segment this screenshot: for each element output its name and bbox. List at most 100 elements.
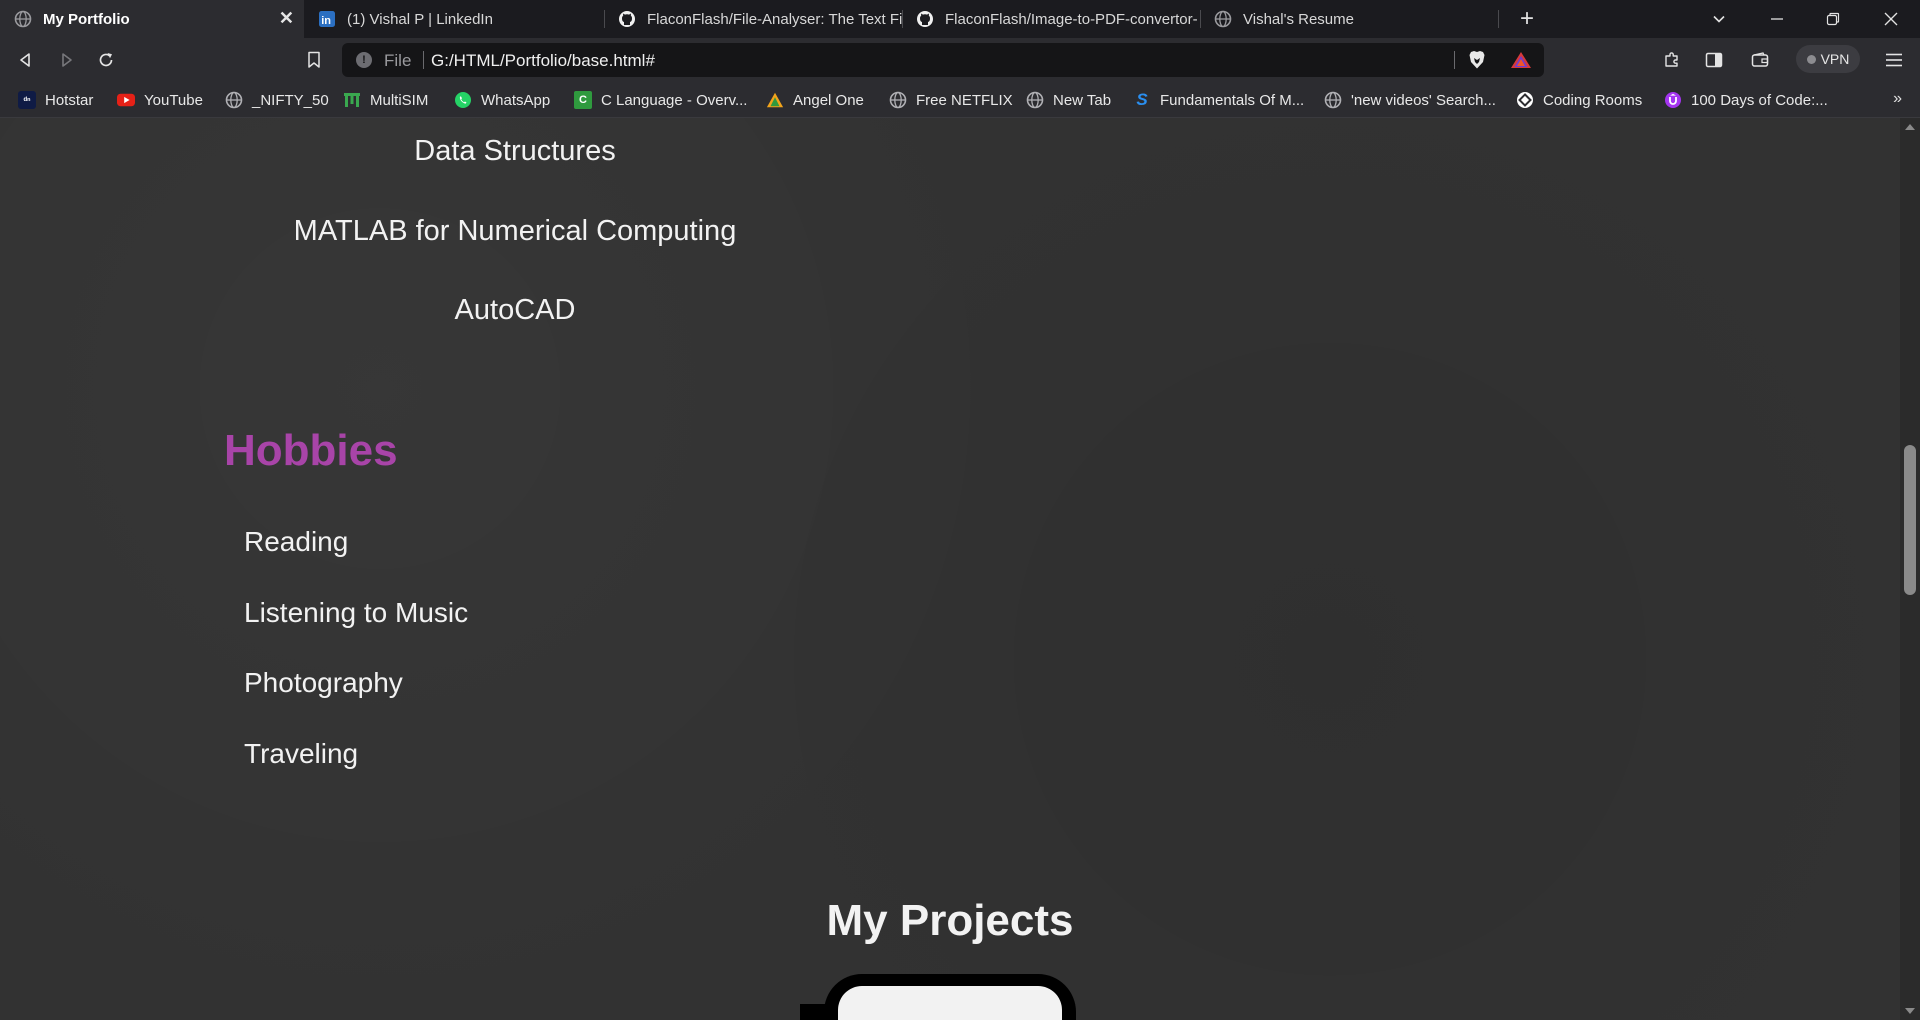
bookmark-coding-rooms[interactable]: Coding Rooms xyxy=(1516,90,1642,110)
url-divider xyxy=(1454,51,1455,69)
bookmark-free-netflix[interactable]: Free NETFLIX xyxy=(889,90,1013,110)
minimize-button[interactable] xyxy=(1766,8,1788,30)
wallet-icon xyxy=(1751,52,1769,67)
bookmark-angel-one[interactable]: Angel One xyxy=(766,90,864,110)
brave-rewards-icon[interactable] xyxy=(1510,51,1532,74)
tab-title: FlaconFlash/Image-to-PDF-convertor- xyxy=(945,10,1198,28)
bookmark-hotstar[interactable]: ᵈⁿ Hotstar xyxy=(18,90,93,110)
globe-icon xyxy=(1026,91,1044,109)
info-icon[interactable]: ! xyxy=(356,52,372,68)
scroll-up-arrow-icon[interactable] xyxy=(1905,124,1915,130)
tab-title: Vishal's Resume xyxy=(1243,10,1354,28)
tab-resume[interactable]: Vishal's Resume xyxy=(1200,0,1498,38)
tab-strip: My Portfolio ✕ in (1) Vishal P | LinkedI… xyxy=(0,0,1920,38)
bookmarks-overflow-button[interactable]: » xyxy=(1893,90,1902,108)
forward-button[interactable] xyxy=(54,48,78,72)
back-arrow-icon xyxy=(20,53,30,67)
bookmark-label: C Language - Overv... xyxy=(601,91,748,109)
reload-icon xyxy=(99,53,113,67)
sidebar-icon xyxy=(1705,52,1723,68)
globe-icon xyxy=(14,10,32,28)
scrollbar-thumb[interactable] xyxy=(1904,445,1916,595)
close-tab-icon[interactable]: ✕ xyxy=(279,9,294,27)
portfolio-page: Data Structures MATLAB for Numerical Com… xyxy=(0,118,1900,1020)
bookmark-page-button[interactable] xyxy=(302,48,326,72)
github-icon xyxy=(916,10,934,28)
scroll-down-arrow-icon[interactable] xyxy=(1905,1008,1915,1014)
multisim-icon xyxy=(343,91,361,109)
hobby-item: Photography xyxy=(244,667,403,698)
browser-toolbar: ! File G:/HTML/Portfolio/base.html# VPN xyxy=(0,38,1920,82)
globe-icon xyxy=(1214,10,1232,28)
bookmark-100-days-of-code[interactable]: 100 Days of Code:... xyxy=(1664,90,1828,110)
url-divider xyxy=(423,51,424,69)
vpn-button[interactable]: VPN xyxy=(1796,45,1860,73)
close-icon xyxy=(1884,12,1898,26)
whatsapp-icon xyxy=(454,91,472,109)
new-tab-button[interactable]: + xyxy=(1516,5,1538,32)
tab-my-portfolio[interactable]: My Portfolio ✕ xyxy=(0,0,304,38)
skill-item: Data Structures xyxy=(414,135,616,167)
page-scrollbar[interactable] xyxy=(1900,118,1920,1020)
restore-icon xyxy=(1826,12,1840,26)
bookmark-fundamentals[interactable]: S Fundamentals Of M... xyxy=(1133,90,1304,110)
bookmark-label: 'new videos' Search... xyxy=(1351,91,1496,109)
tab-linkedin[interactable]: in (1) Vishal P | LinkedIn xyxy=(304,0,604,38)
skill-item: AutoCAD xyxy=(454,294,576,326)
main-menu-button[interactable] xyxy=(1882,48,1906,72)
s-logo-icon: S xyxy=(1136,90,1148,109)
bookmark-nifty50[interactable]: _NIFTY_50 xyxy=(225,90,329,110)
bookmark-label: Coding Rooms xyxy=(1543,91,1643,109)
bookmark-whatsapp[interactable]: WhatsApp xyxy=(454,90,550,110)
hobby-item: Traveling xyxy=(244,738,359,769)
extensions-button[interactable] xyxy=(1660,48,1684,72)
vpn-status-dot xyxy=(1806,54,1816,64)
tab-search-button[interactable] xyxy=(1708,8,1730,30)
youtube-icon xyxy=(117,91,135,109)
bookmark-youtube[interactable]: YouTube xyxy=(117,90,203,110)
bookmark-multisim[interactable]: MultiSIM xyxy=(343,90,428,110)
bookmark-label: Angel One xyxy=(793,91,864,109)
url-text[interactable]: G:/HTML/Portfolio/base.html# xyxy=(431,51,655,71)
coding-rooms-icon xyxy=(1516,91,1534,109)
hotstar-icon: ᵈⁿ xyxy=(18,91,36,109)
sidebar-toggle-button[interactable] xyxy=(1702,48,1726,72)
brave-shields-icon[interactable] xyxy=(1468,50,1486,75)
tab-title: FlaconFlash/File-Analyser: The Text File xyxy=(647,10,902,28)
bookmark-new-videos-search[interactable]: 'new videos' Search... xyxy=(1324,90,1496,110)
tab-image-to-pdf[interactable]: FlaconFlash/Image-to-PDF-convertor- xyxy=(902,0,1200,38)
restore-button[interactable] xyxy=(1822,8,1844,30)
project-card[interactable] xyxy=(800,974,1076,1020)
udemy-icon xyxy=(1664,91,1682,109)
vpn-label: VPN xyxy=(1820,51,1850,67)
back-button[interactable] xyxy=(14,48,38,72)
globe-icon xyxy=(1324,91,1342,109)
bookmark-label: Free NETFLIX xyxy=(916,91,1013,109)
chevron-down-icon xyxy=(1713,15,1725,23)
tab-title: (1) Vishal P | LinkedIn xyxy=(347,10,493,28)
close-window-button[interactable] xyxy=(1880,8,1902,30)
reload-button[interactable] xyxy=(94,48,118,72)
hobby-item: Reading xyxy=(244,526,349,557)
project-card-screen xyxy=(838,986,1062,1020)
bookmark-label: WhatsApp xyxy=(481,91,551,109)
bookmark-icon xyxy=(308,51,320,68)
linkedin-icon: in xyxy=(318,10,336,28)
puzzle-icon xyxy=(1665,52,1678,67)
url-scheme-label: File xyxy=(384,51,412,70)
bookmark-label: MultiSIM xyxy=(370,91,429,109)
globe-icon xyxy=(225,91,243,109)
tab-title: My Portfolio xyxy=(43,10,130,28)
angel-one-icon xyxy=(766,91,784,109)
hobbies-heading: Hobbies xyxy=(224,426,398,475)
bookmark-c-language[interactable]: C C Language - Overv... xyxy=(574,90,747,110)
tab-file-analyser[interactable]: FlaconFlash/File-Analyser: The Text File xyxy=(604,0,902,38)
bookmark-label: YouTube xyxy=(144,91,203,109)
bookmarks-bar: ᵈⁿ Hotstar YouTube _NIFTY_50 MultiSIM Wh… xyxy=(0,82,1920,118)
address-bar[interactable]: ! File G:/HTML/Portfolio/base.html# xyxy=(342,43,1544,77)
bookmark-new-tab[interactable]: New Tab xyxy=(1026,90,1111,110)
c-language-icon: C xyxy=(574,91,592,109)
svg-text:in: in xyxy=(321,15,331,27)
skill-item: MATLAB for Numerical Computing xyxy=(293,215,737,247)
wallet-button[interactable] xyxy=(1748,48,1772,72)
